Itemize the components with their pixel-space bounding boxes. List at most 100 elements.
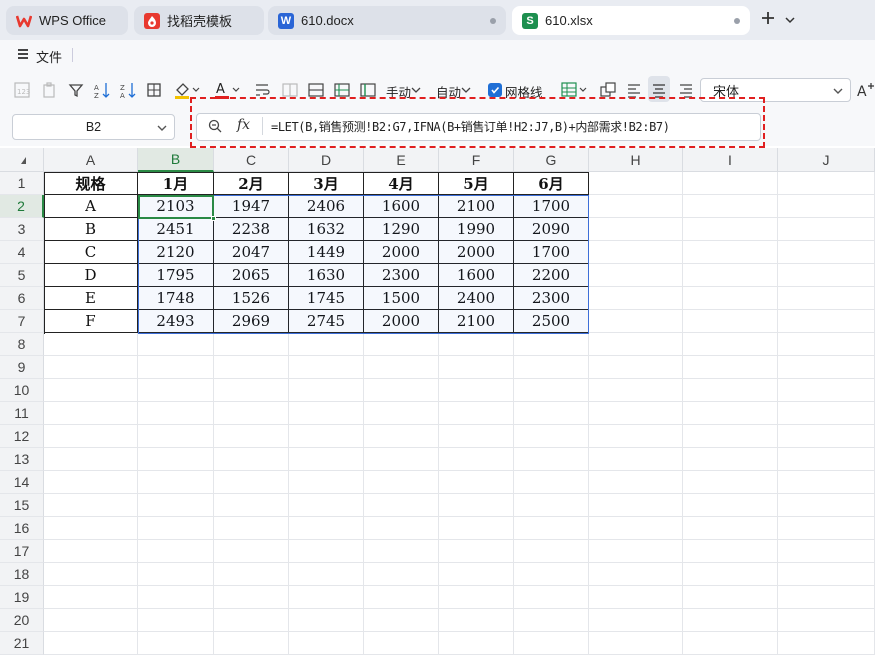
cell[interactable] xyxy=(514,333,589,356)
cell[interactable]: C xyxy=(44,241,138,264)
cell[interactable] xyxy=(289,609,364,632)
cell[interactable] xyxy=(44,609,138,632)
cell[interactable] xyxy=(138,494,214,517)
cell[interactable] xyxy=(289,356,364,379)
cell[interactable] xyxy=(683,379,778,402)
cell[interactable] xyxy=(778,425,875,448)
cell[interactable] xyxy=(439,609,514,632)
cell[interactable] xyxy=(289,448,364,471)
cell[interactable] xyxy=(289,471,364,494)
cell[interactable] xyxy=(514,609,589,632)
menu-file[interactable]: 文件 xyxy=(36,47,62,66)
cell[interactable]: 2103 xyxy=(138,195,214,218)
cell[interactable] xyxy=(514,632,589,655)
row-header[interactable]: 13 xyxy=(0,448,44,471)
column-header[interactable]: C xyxy=(214,148,289,172)
column-header[interactable]: J xyxy=(778,148,875,172)
row-header[interactable]: 16 xyxy=(0,517,44,540)
chevron-down-icon[interactable] xyxy=(156,122,168,136)
cell[interactable] xyxy=(514,356,589,379)
row-header[interactable]: 9 xyxy=(0,356,44,379)
cell[interactable] xyxy=(778,356,875,379)
cell[interactable]: 2745 xyxy=(289,310,364,333)
cell[interactable]: 2090 xyxy=(514,218,589,241)
cell[interactable] xyxy=(214,586,289,609)
cell[interactable] xyxy=(514,471,589,494)
cell[interactable] xyxy=(138,425,214,448)
cell[interactable] xyxy=(214,609,289,632)
cell[interactable]: A xyxy=(44,195,138,218)
cell[interactable] xyxy=(439,402,514,425)
column-header[interactable]: G xyxy=(514,148,589,172)
borders-icon[interactable] xyxy=(144,80,164,100)
cell[interactable]: 2120 xyxy=(138,241,214,264)
cell[interactable] xyxy=(214,379,289,402)
cell[interactable] xyxy=(364,448,439,471)
cell[interactable] xyxy=(778,517,875,540)
cell[interactable] xyxy=(44,333,138,356)
cell[interactable] xyxy=(289,333,364,356)
cell[interactable] xyxy=(683,333,778,356)
column-header[interactable]: H xyxy=(589,148,683,172)
cell[interactable] xyxy=(778,264,875,287)
cell[interactable]: 1990 xyxy=(439,218,514,241)
cell[interactable]: 1月 xyxy=(138,172,214,195)
cell[interactable]: 2238 xyxy=(214,218,289,241)
cell[interactable] xyxy=(589,172,683,195)
cell[interactable] xyxy=(364,517,439,540)
row-header[interactable]: 7 xyxy=(0,310,44,333)
column-header[interactable]: A xyxy=(44,148,138,172)
cell[interactable] xyxy=(778,287,875,310)
cell[interactable] xyxy=(44,402,138,425)
cell[interactable] xyxy=(138,563,214,586)
sort-descending-icon[interactable]: ZA xyxy=(118,80,138,100)
cell[interactable] xyxy=(683,172,778,195)
new-tab-plus-icon[interactable] xyxy=(760,8,776,32)
cell[interactable] xyxy=(514,517,589,540)
cell[interactable] xyxy=(364,379,439,402)
cell[interactable] xyxy=(589,218,683,241)
cell[interactable] xyxy=(778,448,875,471)
cell[interactable] xyxy=(589,402,683,425)
cell[interactable] xyxy=(589,540,683,563)
cell[interactable] xyxy=(289,494,364,517)
cell[interactable] xyxy=(439,563,514,586)
cell[interactable] xyxy=(138,356,214,379)
cell[interactable] xyxy=(683,609,778,632)
cell[interactable]: 1600 xyxy=(439,264,514,287)
cell[interactable] xyxy=(364,494,439,517)
cell[interactable]: 2100 xyxy=(439,195,514,218)
cell[interactable] xyxy=(589,632,683,655)
row-header[interactable]: 6 xyxy=(0,287,44,310)
cell[interactable] xyxy=(214,356,289,379)
cell[interactable]: 4月 xyxy=(364,172,439,195)
cell[interactable] xyxy=(514,425,589,448)
cell[interactable] xyxy=(778,563,875,586)
cell[interactable] xyxy=(778,333,875,356)
cell[interactable]: 2300 xyxy=(364,264,439,287)
cell[interactable]: D xyxy=(44,264,138,287)
cell[interactable] xyxy=(44,425,138,448)
cell[interactable] xyxy=(44,632,138,655)
cell[interactable] xyxy=(289,586,364,609)
tab-wps-office[interactable]: WPS Office xyxy=(6,6,128,35)
cell[interactable] xyxy=(683,310,778,333)
row-header[interactable]: 12 xyxy=(0,425,44,448)
cell[interactable] xyxy=(138,586,214,609)
cell[interactable] xyxy=(214,632,289,655)
spreadsheet-grid[interactable]: A B C D E F G H I J 1 2 3 4 5 6 7 8 9 10 11 12 13 14 15 16 17 18 19 2… xyxy=(0,148,875,659)
cell[interactable]: 2493 xyxy=(138,310,214,333)
cell[interactable] xyxy=(214,540,289,563)
gridlines-checkbox[interactable] xyxy=(488,83,502,97)
cell[interactable]: 1449 xyxy=(289,241,364,264)
cell[interactable] xyxy=(589,287,683,310)
cell[interactable] xyxy=(439,540,514,563)
row-header[interactable]: 8 xyxy=(0,333,44,356)
cell[interactable] xyxy=(514,402,589,425)
row-header[interactable]: 11 xyxy=(0,402,44,425)
cell[interactable]: E xyxy=(44,287,138,310)
cell[interactable] xyxy=(439,517,514,540)
cell[interactable] xyxy=(138,471,214,494)
cell[interactable]: 1748 xyxy=(138,287,214,310)
cell[interactable] xyxy=(778,241,875,264)
